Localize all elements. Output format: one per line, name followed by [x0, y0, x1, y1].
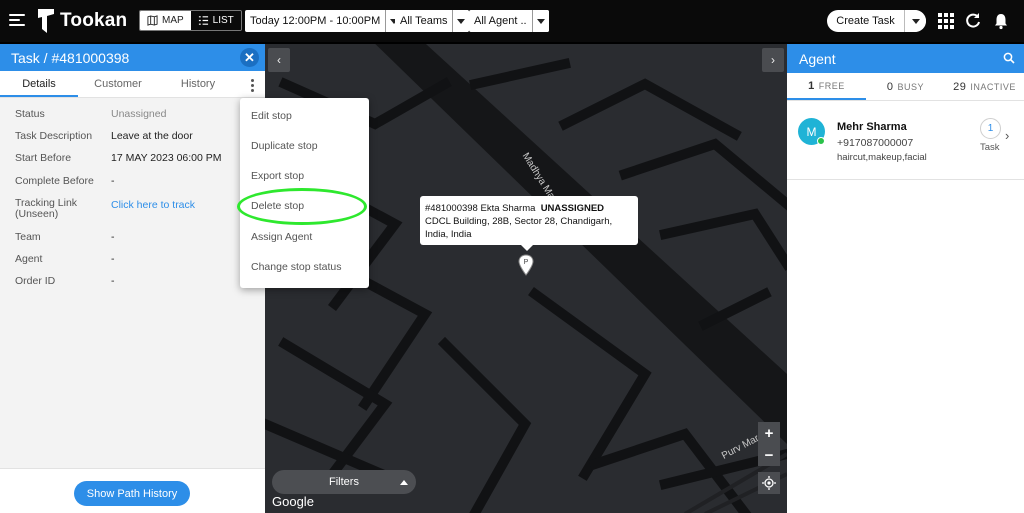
create-task-button[interactable]: Create Task — [827, 10, 926, 32]
show-path-history-button[interactable]: Show Path History — [74, 481, 190, 506]
task-title: Task / #481000398 — [11, 49, 130, 66]
task-description-value: Leave at the door — [111, 130, 193, 142]
agent-phone: +917087000007 — [837, 137, 914, 149]
chevron-left-icon[interactable]: ‹ — [268, 48, 290, 72]
map-view-label: MAP — [162, 15, 184, 26]
close-icon[interactable]: ✕ — [240, 48, 259, 67]
free-count: 1 — [808, 79, 815, 92]
filters-button[interactable]: Filters — [272, 470, 416, 494]
agent-panel-title: Agent — [799, 50, 836, 67]
busy-label: BUSY — [897, 81, 925, 92]
tab-busy-agents[interactable]: 0 BUSY — [866, 73, 945, 100]
status-value: Unassigned — [111, 108, 167, 120]
date-filter-dropdown[interactable]: Today 12:00PM - 10:00PM — [245, 10, 403, 32]
agent-value: - — [111, 253, 115, 265]
field-label-sub: (Unseen) — [15, 208, 59, 220]
tooltip-status: UNASSIGNED — [540, 203, 605, 214]
field-label: Task Description — [15, 130, 93, 142]
agent-task-count: 1 — [980, 118, 1001, 139]
task-tabs: Details Customer History — [0, 71, 265, 98]
tooltip-title-line: #481000398 Ekta Sharma UNASSIGNED — [425, 202, 633, 215]
tooltip-customer: Ekta Sharma — [480, 203, 536, 214]
order-id-value: - — [111, 275, 115, 287]
menu-item-assign-agent[interactable]: Assign Agent — [251, 231, 312, 243]
tooltip-address-line2: India, India — [425, 229, 472, 240]
map-view-button[interactable]: MAP — [140, 11, 191, 30]
field-label: Agent — [15, 253, 43, 265]
agent-name: Mehr Sharma — [837, 121, 907, 133]
busy-count: 0 — [886, 80, 894, 93]
complete-before-value: - — [111, 175, 115, 187]
top-navigation-bar: Tookan MAP LIST Today 12:00PM - 10:00PM … — [0, 0, 1024, 42]
pin-letter: P — [524, 259, 529, 266]
bell-icon[interactable] — [992, 12, 1010, 30]
menu-item-change-stop-status[interactable]: Change stop status — [251, 261, 341, 273]
grid-apps-icon[interactable] — [937, 12, 955, 30]
view-toggle: MAP LIST — [139, 10, 242, 31]
menu-item-edit-stop[interactable]: Edit stop — [251, 110, 292, 122]
agent-task-label: Task — [980, 142, 1000, 153]
team-filter-dropdown[interactable]: All Teams — [395, 10, 470, 32]
zoom-in-button[interactable]: + — [758, 422, 780, 444]
create-task-label: Create Task — [836, 15, 895, 27]
task-fields: Status Unassigned Task Description Leave… — [0, 98, 265, 287]
locate-icon[interactable] — [758, 472, 780, 494]
chevron-right-icon[interactable]: › — [1005, 128, 1009, 143]
agent-skills: haircut,makeup,facial — [837, 152, 927, 163]
tooltip-task-id: #481000398 — [425, 203, 478, 214]
tooltip-address-line1: CDCL Building, 28B, Sector 28, Chandigar… — [425, 216, 613, 227]
field-label: Order ID — [15, 275, 56, 287]
team-filter-value: All Teams — [400, 15, 448, 27]
menu-item-export-stop[interactable]: Export stop — [251, 170, 304, 182]
team-value: - — [111, 231, 115, 243]
search-icon[interactable] — [1003, 52, 1015, 64]
chevron-down-icon[interactable] — [452, 10, 470, 32]
field-label: Team — [15, 231, 41, 243]
delete-stop-highlight-ring — [237, 188, 367, 225]
agent-status-tabs: 1 FREE 0 BUSY 29 INACTIVE — [787, 73, 1024, 101]
agent-filter-value: All Agent .. — [474, 15, 527, 27]
task-detail-panel: Task / #481000398 ✕ Details Customer His… — [0, 44, 265, 513]
field-label: Status — [15, 108, 45, 120]
zoom-out-button[interactable]: − — [758, 444, 780, 466]
tab-inactive-agents[interactable]: 29 INACTIVE — [945, 73, 1024, 100]
online-status-dot — [817, 137, 825, 145]
inactive-label: INACTIVE — [970, 81, 1016, 92]
task-panel-header: Task / #481000398 ✕ — [0, 44, 265, 71]
tookan-logo-icon — [38, 9, 54, 33]
list-view-label: LIST — [212, 15, 234, 26]
chevron-up-icon — [400, 480, 408, 485]
agent-list-item[interactable]: M Mehr Sharma +917087000007 haircut,make… — [787, 102, 1024, 180]
list-view-button[interactable]: LIST — [190, 11, 241, 30]
start-before-value: 17 MAY 2023 06:00 PM — [111, 152, 222, 164]
field-label: Start Before — [15, 152, 72, 164]
task-pin-icon[interactable]: P — [518, 254, 534, 276]
chevron-right-icon[interactable]: › — [762, 48, 784, 72]
task-marker-tooltip: #481000398 Ekta Sharma UNASSIGNED CDCL B… — [420, 196, 638, 251]
google-attribution: Google — [272, 494, 314, 509]
agent-panel-header: Agent — [787, 44, 1024, 73]
refresh-icon[interactable] — [964, 12, 982, 30]
tracking-link[interactable]: Click here to track — [111, 199, 195, 211]
menu-icon[interactable] — [9, 14, 25, 26]
filters-label: Filters — [329, 476, 359, 488]
tab-customer[interactable]: Customer — [78, 71, 158, 97]
more-options-icon[interactable] — [251, 79, 255, 94]
free-label: FREE — [818, 80, 845, 91]
tab-details[interactable]: Details — [0, 71, 78, 97]
task-panel-footer: Show Path History — [0, 468, 265, 513]
app-logo-text: Tookan — [60, 10, 128, 31]
tab-free-agents[interactable]: 1 FREE — [787, 73, 866, 100]
map-icon — [147, 15, 158, 26]
agent-panel: Agent 1 FREE 0 BUSY 29 INACTIVE M Mehr S… — [787, 44, 1024, 513]
date-filter-value: Today 12:00PM - 10:00PM — [250, 15, 381, 27]
list-icon — [198, 16, 208, 25]
agent-filter-dropdown[interactable]: All Agent .. — [469, 10, 549, 32]
menu-item-duplicate-stop[interactable]: Duplicate stop — [251, 140, 318, 152]
chevron-down-icon[interactable] — [904, 10, 926, 32]
inactive-count: 29 — [953, 80, 967, 93]
field-label: Complete Before — [15, 175, 94, 187]
chevron-down-icon[interactable] — [531, 10, 549, 32]
tab-history[interactable]: History — [158, 71, 238, 97]
